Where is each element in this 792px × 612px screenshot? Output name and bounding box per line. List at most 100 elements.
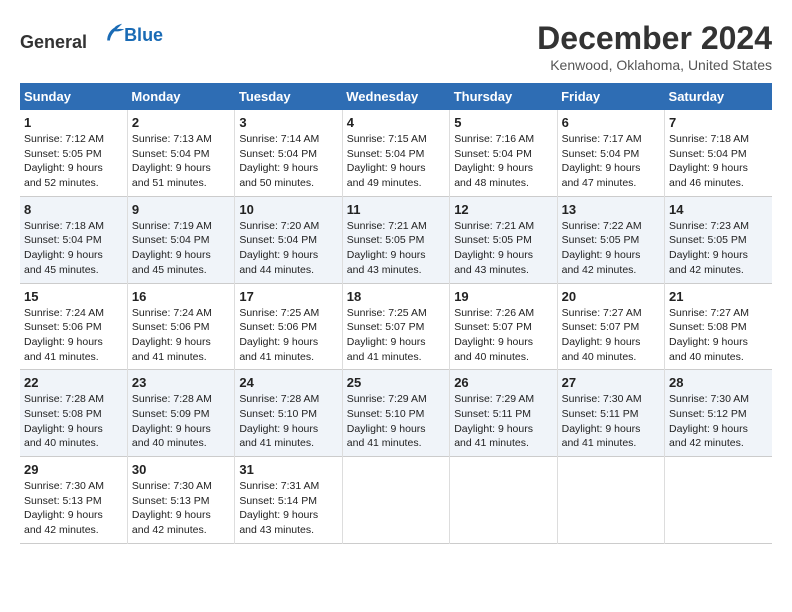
sunset-text: Sunset: 5:06 PM	[132, 321, 210, 333]
sunrise-text: Sunrise: 7:28 AM	[24, 393, 104, 405]
daylight-text: Daylight: 9 hours and 49 minutes.	[347, 162, 426, 189]
sunrise-text: Sunrise: 7:28 AM	[239, 393, 319, 405]
daylight-text: Daylight: 9 hours and 50 minutes.	[239, 162, 318, 189]
sunset-text: Sunset: 5:13 PM	[132, 495, 210, 507]
sunrise-text: Sunrise: 7:30 AM	[132, 480, 212, 492]
cell-details: Sunrise: 7:28 AM Sunset: 5:08 PM Daylight:…	[24, 392, 123, 451]
sunrise-text: Sunrise: 7:19 AM	[132, 220, 212, 232]
sunset-text: Sunset: 5:06 PM	[24, 321, 102, 333]
day-number: 26	[454, 375, 552, 390]
daylight-text: Daylight: 9 hours and 47 minutes.	[562, 162, 641, 189]
daylight-text: Daylight: 9 hours and 40 minutes.	[24, 423, 103, 450]
sunrise-text: Sunrise: 7:15 AM	[347, 133, 427, 145]
calendar-header-row: SundayMondayTuesdayWednesdayThursdayFrid…	[20, 83, 772, 110]
logo-general: General	[20, 32, 87, 52]
calendar-cell: 19Sunrise: 7:26 AMSunset: 5:07 PMDayligh…	[450, 283, 557, 370]
sunrise-text: Sunrise: 7:17 AM	[562, 133, 642, 145]
calendar-cell: 30Sunrise: 7:30 AMSunset: 5:13 PMDayligh…	[127, 457, 234, 544]
sunrise-text: Sunrise: 7:21 AM	[347, 220, 427, 232]
day-number: 13	[562, 202, 660, 217]
daylight-text: Daylight: 9 hours and 40 minutes.	[562, 336, 641, 363]
sunset-text: Sunset: 5:05 PM	[24, 148, 102, 160]
day-header-wednesday: Wednesday	[342, 83, 449, 110]
sunrise-text: Sunrise: 7:18 AM	[669, 133, 749, 145]
cell-details: Sunrise: 7:21 AMSunset: 5:05 PMDaylight:…	[347, 219, 445, 278]
cell-details: Sunrise: 7:21 AMSunset: 5:05 PMDaylight:…	[454, 219, 552, 278]
daylight-text: Daylight: 9 hours and 44 minutes.	[239, 249, 318, 276]
sunset-text: Sunset: 5:04 PM	[669, 148, 747, 160]
cell-details: Sunrise: 7:30 AMSunset: 5:13 PMDaylight:…	[24, 479, 123, 538]
day-number: 2	[132, 115, 230, 130]
daylight-text: Daylight: 9 hours and 45 minutes.	[24, 249, 103, 276]
day-number: 11	[347, 202, 445, 217]
sunrise-text: Sunrise: 7:27 AM	[562, 307, 642, 319]
sunset-text: Sunset: 5:08 PM	[669, 321, 747, 333]
daylight-text: Daylight: 9 hours and 42 minutes.	[24, 509, 103, 536]
cell-details: Sunrise: 7:13 AMSunset: 5:04 PMDaylight:…	[132, 132, 230, 191]
calendar-cell: 14Sunrise: 7:23 AMSunset: 5:05 PMDayligh…	[665, 196, 772, 283]
cell-details: Sunrise: 7:27 AMSunset: 5:08 PMDaylight:…	[669, 306, 768, 365]
daylight-text: Daylight: 9 hours and 41 minutes.	[132, 336, 211, 363]
calendar-cell: 18Sunrise: 7:25 AMSunset: 5:07 PMDayligh…	[342, 283, 449, 370]
calendar-cell: 11 Sunrise: 7:21 AMSunset: 5:05 PMDayligh…	[342, 196, 449, 283]
daylight-text: Daylight: 9 hours and 51 minutes.	[132, 162, 211, 189]
daylight-text: Daylight: 9 hours and 42 minutes.	[669, 423, 748, 450]
sunset-text: Sunset: 5:08 PM	[24, 408, 102, 420]
cell-details: Sunrise: 7:19 AMSunset: 5:04 PMDaylight:…	[132, 219, 230, 278]
calendar-cell: 28Sunrise: 7:30 AMSunset: 5:12 PMDayligh…	[665, 370, 772, 457]
calendar-cell: 25Sunrise: 7:29 AMSunset: 5:10 PMDayligh…	[342, 370, 449, 457]
calendar-body: 1 Sunrise: 7:12 AMSunset: 5:05 PMDaylight…	[20, 110, 772, 543]
daylight-text: Daylight: 9 hours and 42 minutes.	[132, 509, 211, 536]
sunrise-text: Sunrise: 7:23 AM	[669, 220, 749, 232]
day-header-saturday: Saturday	[665, 83, 772, 110]
daylight-text: Daylight: 9 hours and 48 minutes.	[454, 162, 533, 189]
sunset-text: Sunset: 5:04 PM	[132, 148, 210, 160]
sunset-text: Sunset: 5:04 PM	[132, 234, 210, 246]
calendar-cell: 26Sunrise: 7:29 AMSunset: 5:11 PMDayligh…	[450, 370, 557, 457]
calendar-cell: 17Sunrise: 7:25 AMSunset: 5:06 PMDayligh…	[235, 283, 342, 370]
calendar-cell: 4Sunrise: 7:15 AMSunset: 5:04 PMDaylight…	[342, 110, 449, 196]
sunrise-text: Sunrise: 7:28 AM	[132, 393, 212, 405]
day-number: 1	[24, 115, 123, 130]
cell-details: Sunrise: 7:18 AMSunset: 5:04 PMDaylight:…	[24, 219, 123, 278]
day-number: 16	[132, 289, 230, 304]
sunset-text: Sunset: 5:05 PM	[562, 234, 640, 246]
calendar-cell: 7Sunrise: 7:18 AMSunset: 5:04 PMDaylight…	[665, 110, 772, 196]
sunrise-text: Sunrise: 7:29 AM	[347, 393, 427, 405]
sunset-text: Sunset: 5:12 PM	[669, 408, 747, 420]
daylight-text: Daylight: 9 hours and 41 minutes.	[24, 336, 103, 363]
day-number: 17	[239, 289, 337, 304]
day-number: 29	[24, 462, 123, 477]
daylight-text: Daylight: 9 hours and 41 minutes.	[239, 336, 318, 363]
sunrise-text: Sunrise: 7:22 AM	[562, 220, 642, 232]
page-header: General Blue December 2024 Kenwood, Okla…	[20, 20, 772, 73]
cell-details: Sunrise: 7:30 AMSunset: 5:12 PMDaylight:…	[669, 392, 768, 451]
day-number: 3	[239, 115, 337, 130]
sunset-text: Sunset: 5:04 PM	[454, 148, 532, 160]
sunset-text: Sunset: 5:10 PM	[239, 408, 317, 420]
sunrise-text: Sunrise: 7:18 AM	[24, 220, 104, 232]
daylight-text: Daylight: 9 hours and 40 minutes.	[669, 336, 748, 363]
day-number: 19	[454, 289, 552, 304]
day-number: 20	[562, 289, 660, 304]
sunset-text: Sunset: 5:07 PM	[562, 321, 640, 333]
cell-details: Sunrise: 7:18 AMSunset: 5:04 PMDaylight:…	[669, 132, 768, 191]
calendar-cell	[450, 457, 557, 544]
daylight-text: Daylight: 9 hours and 41 minutes.	[562, 423, 641, 450]
daylight-text: Daylight: 9 hours and 41 minutes.	[239, 423, 318, 450]
day-number: 8	[24, 202, 123, 217]
day-number: 22	[24, 375, 123, 390]
calendar-cell: 22 Sunrise: 7:28 AM Sunset: 5:08 PM Dayligh…	[20, 370, 127, 457]
calendar-week-row: 22 Sunrise: 7:28 AM Sunset: 5:08 PM Dayligh…	[20, 370, 772, 457]
day-number: 23	[132, 375, 230, 390]
daylight-text: Daylight: 9 hours and 43 minutes.	[239, 509, 318, 536]
day-number: 10	[239, 202, 337, 217]
cell-details: Sunrise: 7:12 AMSunset: 5:05 PMDaylight:…	[24, 132, 123, 191]
calendar-cell	[557, 457, 664, 544]
calendar-week-row: 29Sunrise: 7:30 AMSunset: 5:13 PMDayligh…	[20, 457, 772, 544]
cell-details: Sunrise: 7:28 AM Sunset: 5:10 PM Daylight:…	[239, 392, 337, 451]
sunset-text: Sunset: 5:06 PM	[239, 321, 317, 333]
sunrise-text: Sunrise: 7:16 AM	[454, 133, 534, 145]
day-number: 5	[454, 115, 552, 130]
cell-details: Sunrise: 7:15 AMSunset: 5:04 PMDaylight:…	[347, 132, 445, 191]
